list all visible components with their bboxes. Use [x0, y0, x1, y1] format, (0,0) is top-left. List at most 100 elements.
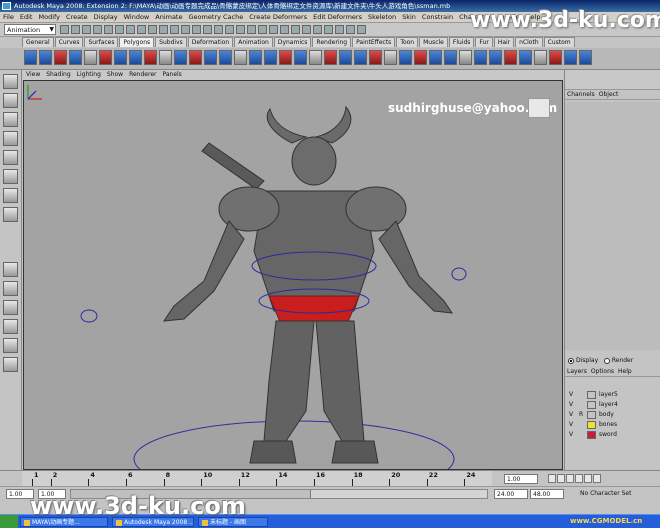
character-set-selector[interactable]: No Character Set [580, 489, 636, 499]
status-tool-icon[interactable] [225, 25, 234, 34]
layer-color-swatch[interactable] [587, 391, 596, 399]
shelf-tool-icon[interactable] [489, 50, 502, 65]
shelf-tab-ncloth[interactable]: nCloth [515, 37, 543, 47]
shelf-tab-muscle[interactable]: Muscle [419, 37, 448, 47]
channel-menu-channels[interactable]: Channels [565, 90, 597, 100]
shelf-tab-toon[interactable]: Toon [396, 37, 419, 47]
layer-row[interactable]: Vlayer5 [565, 390, 660, 400]
menu-item-file[interactable]: File [0, 12, 17, 22]
shelf-tool-icon[interactable] [144, 50, 157, 65]
layer-row[interactable]: V Rbody [565, 410, 660, 420]
step-back-icon[interactable] [557, 474, 565, 483]
view-cube-icon[interactable] [528, 98, 550, 118]
shelf-tool-icon[interactable] [99, 50, 112, 65]
shelf-tool-icon[interactable] [459, 50, 472, 65]
shelf-tab-polygons[interactable]: Polygons [119, 37, 155, 47]
layer-color-swatch[interactable] [587, 411, 596, 419]
shelf-tab-hair[interactable]: Hair [493, 37, 515, 47]
shelf-tool-icon[interactable] [264, 50, 277, 65]
shelf-tab-fluids[interactable]: Fluids [448, 37, 475, 47]
status-tool-icon[interactable] [170, 25, 179, 34]
status-tool-icon[interactable] [181, 25, 190, 34]
menu-item-create[interactable]: Create [63, 12, 91, 22]
shelf-tool-icon[interactable] [369, 50, 382, 65]
layer-visibility-toggle[interactable]: V [569, 430, 573, 440]
rotate-tool-icon[interactable] [3, 150, 18, 165]
shelf-tool-icon[interactable] [249, 50, 262, 65]
layer-menu-layers[interactable]: Layers [565, 367, 589, 377]
menu-item-constrain[interactable]: Constrain [419, 12, 456, 22]
status-tool-icon[interactable] [324, 25, 333, 34]
end-time-field[interactable]: 48.00 [530, 489, 564, 499]
shelf-tab-curves[interactable]: Curves [54, 37, 84, 47]
shelf-tab-subdivs[interactable]: Subdivs [155, 37, 187, 47]
shelf-tool-icon[interactable] [324, 50, 337, 65]
perspective-viewport[interactable]: sudhirghuse@yahoo.com [23, 80, 563, 470]
shelf-tool-icon[interactable] [219, 50, 232, 65]
step-forward-icon[interactable] [584, 474, 592, 483]
shelf-tool-icon[interactable] [69, 50, 82, 65]
layer-name[interactable]: sword [599, 430, 617, 440]
current-time-field[interactable]: 1.00 [504, 474, 538, 484]
layout-persp-icon[interactable] [3, 300, 18, 315]
shelf-tab-custom[interactable]: Custom [543, 37, 575, 47]
shelf-tool-icon[interactable] [114, 50, 127, 65]
layer-visibility-toggle[interactable]: V [569, 390, 573, 400]
status-tool-icon[interactable] [115, 25, 124, 34]
shelf-tool-icon[interactable] [234, 50, 247, 65]
last-tool-icon[interactable] [3, 207, 18, 222]
status-tool-icon[interactable] [82, 25, 91, 34]
panel-menu-panels[interactable]: Panels [159, 70, 184, 80]
layer-color-swatch[interactable] [587, 401, 596, 409]
layout-hypershade-icon[interactable] [3, 357, 18, 372]
status-tool-icon[interactable] [247, 25, 256, 34]
panel-menu-shading[interactable]: Shading [43, 70, 73, 80]
shelf-tool-icon[interactable] [174, 50, 187, 65]
shelf-tool-icon[interactable] [414, 50, 427, 65]
manipulator-icon[interactable] [3, 188, 18, 203]
status-tool-icon[interactable] [148, 25, 157, 34]
layer-visibility-toggle[interactable]: V [569, 400, 573, 410]
shelf-tool-icon[interactable] [129, 50, 142, 65]
shelf-tab-painteffects[interactable]: PaintEffects [352, 37, 396, 47]
status-tool-icon[interactable] [258, 25, 267, 34]
shelf-tool-icon[interactable] [279, 50, 292, 65]
menu-item-modify[interactable]: Modify [35, 12, 63, 22]
status-tool-icon[interactable] [280, 25, 289, 34]
layer-name[interactable]: layer4 [599, 400, 618, 410]
status-tool-icon[interactable] [346, 25, 355, 34]
display-radio[interactable] [568, 357, 574, 364]
shelf-tool-icon[interactable] [159, 50, 172, 65]
shelf-tool-icon[interactable] [384, 50, 397, 65]
shelf-tool-icon[interactable] [84, 50, 97, 65]
play-forward-icon[interactable] [575, 474, 583, 483]
status-tool-icon[interactable] [214, 25, 223, 34]
shelf-tool-icon[interactable] [294, 50, 307, 65]
menu-item-display[interactable]: Display [91, 12, 121, 22]
status-tool-icon[interactable] [192, 25, 201, 34]
layer-render-toggle[interactable]: R [579, 410, 583, 420]
layer-row[interactable]: Vlayer4 [565, 400, 660, 410]
layout-four-icon[interactable] [3, 281, 18, 296]
select-tool-icon[interactable] [3, 74, 18, 89]
go-to-end-icon[interactable] [593, 474, 601, 483]
time-slider-track[interactable]: 1 2 4 6 8 10 12 14 16 18 20 22 24 [22, 471, 492, 487]
status-tool-icon[interactable] [313, 25, 322, 34]
layout-graph-icon[interactable] [3, 338, 18, 353]
panel-menu-lighting[interactable]: Lighting [74, 70, 104, 80]
layer-name[interactable]: body [599, 410, 614, 420]
layer-menu-options[interactable]: Options [589, 367, 616, 377]
layer-menu-help[interactable]: Help [616, 367, 634, 377]
shelf-tab-animation[interactable]: Animation [234, 37, 273, 47]
shelf-tab-dynamics[interactable]: Dynamics [273, 37, 312, 47]
status-tool-icon[interactable] [335, 25, 344, 34]
shelf-tool-icon[interactable] [24, 50, 37, 65]
menu-item-window[interactable]: Window [121, 12, 153, 22]
layer-name[interactable]: layer5 [599, 390, 618, 400]
layer-row[interactable]: Vbones [565, 420, 660, 430]
menu-item-create-deformers[interactable]: Create Deformers [246, 12, 310, 22]
shelf-tool-icon[interactable] [474, 50, 487, 65]
layout-outliner-icon[interactable] [3, 319, 18, 334]
status-tool-icon[interactable] [302, 25, 311, 34]
layer-visibility-toggle[interactable]: V [569, 410, 573, 420]
